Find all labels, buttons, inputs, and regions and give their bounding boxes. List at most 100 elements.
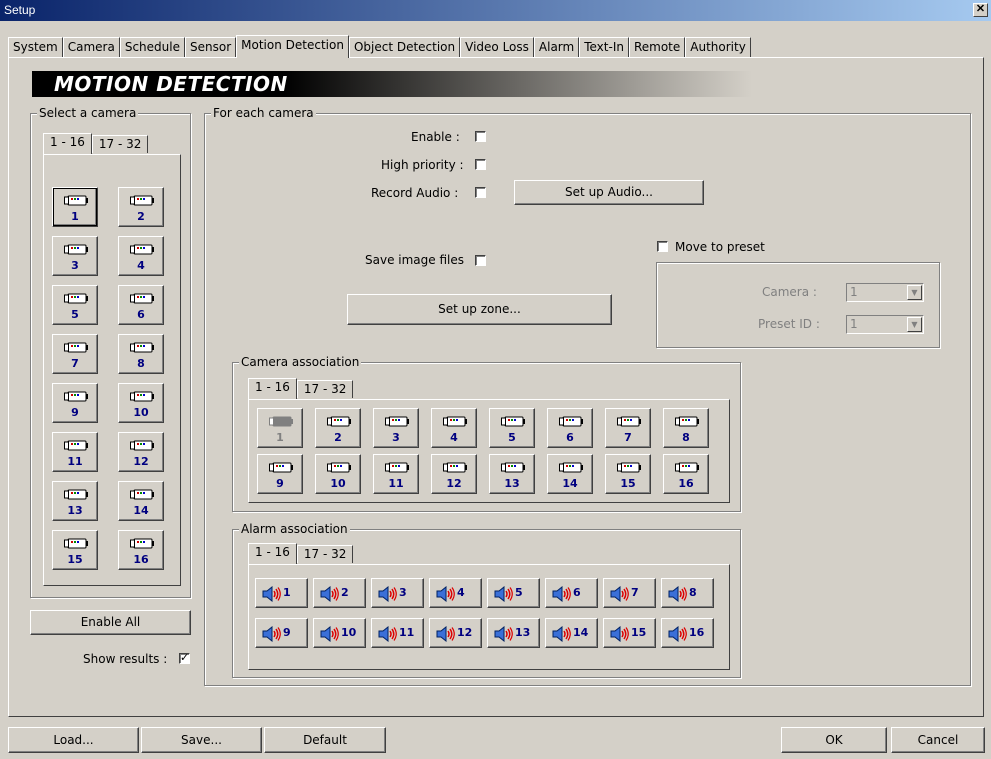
assoc-camera-button-2[interactable]: 2 — [315, 408, 361, 448]
camera-number: 6 — [137, 308, 145, 321]
tab-video-loss[interactable]: Video Loss — [460, 37, 534, 57]
speaker-icon — [378, 585, 398, 603]
alarm-button-3[interactable]: 3 — [371, 578, 424, 608]
tab-motion-detection[interactable]: Motion Detection — [236, 35, 349, 58]
camera-icon — [559, 461, 583, 474]
camera-number: 11 — [67, 455, 83, 468]
section-banner: MOTION DETECTION — [32, 71, 752, 97]
enable-all-button[interactable]: Enable All — [30, 610, 191, 635]
camera-number: 2 — [137, 210, 145, 223]
camera-number: 6 — [566, 431, 574, 444]
select-camera-button-14[interactable]: 14 — [118, 481, 164, 521]
tab-alarm[interactable]: Alarm — [533, 37, 580, 57]
select-camera-button-9[interactable]: 9 — [52, 383, 98, 423]
alarm-number: 10 — [341, 626, 357, 639]
close-icon[interactable]: ✕ — [973, 3, 988, 17]
camera-icon — [443, 461, 467, 474]
alarm-button-6[interactable]: 6 — [545, 578, 598, 608]
tab-schedule[interactable]: Schedule — [119, 37, 185, 57]
alarm-number: 13 — [515, 626, 531, 639]
select-camera-button-8[interactable]: 8 — [118, 334, 164, 374]
alarm-button-12[interactable]: 12 — [429, 618, 482, 648]
alarm-button-16[interactable]: 16 — [661, 618, 714, 648]
assoc-camera-button-13[interactable]: 13 — [489, 454, 535, 494]
assoc-camera-button-3[interactable]: 3 — [373, 408, 419, 448]
assoc-camera-button-7[interactable]: 7 — [605, 408, 651, 448]
camera-number: 13 — [504, 477, 520, 490]
assoc-camera-button-4[interactable]: 4 — [431, 408, 477, 448]
select-camera-button-2[interactable]: 2 — [118, 187, 164, 227]
assoc-camera-button-5[interactable]: 5 — [489, 408, 535, 448]
assoc-camera-button-14[interactable]: 14 — [547, 454, 593, 494]
tab-assoc-cameras-17-32[interactable]: 17 - 32 — [296, 380, 354, 398]
assoc-camera-button-10[interactable]: 10 — [315, 454, 361, 494]
enable-checkbox[interactable] — [475, 131, 486, 142]
tab-camera[interactable]: Camera — [62, 37, 120, 57]
alarm-button-15[interactable]: 15 — [603, 618, 656, 648]
high-priority-checkbox[interactable] — [475, 159, 486, 170]
assoc-camera-button-6[interactable]: 6 — [547, 408, 593, 448]
default-button[interactable]: Default — [264, 727, 386, 753]
tab-assoc-cameras-1-16[interactable]: 1 - 16 — [248, 378, 297, 399]
assoc-camera-button-12[interactable]: 12 — [431, 454, 477, 494]
select-camera-button-13[interactable]: 13 — [52, 481, 98, 521]
select-camera-button-4[interactable]: 4 — [118, 236, 164, 276]
tab-alarms-17-32[interactable]: 17 - 32 — [296, 545, 354, 563]
assoc-camera-button-1[interactable]: 1 — [257, 408, 303, 448]
select-camera-button-11[interactable]: 11 — [52, 432, 98, 472]
alarm-button-14[interactable]: 14 — [545, 618, 598, 648]
show-results-checkbox[interactable] — [179, 651, 190, 664]
select-camera-button-7[interactable]: 7 — [52, 334, 98, 374]
camera-number: 1 — [276, 431, 284, 444]
select-camera-button-15[interactable]: 15 — [52, 530, 98, 570]
select-camera-button-16[interactable]: 16 — [118, 530, 164, 570]
load-button[interactable]: Load... — [8, 727, 139, 753]
tab-system[interactable]: System — [8, 37, 63, 57]
select-camera-button-6[interactable]: 6 — [118, 285, 164, 325]
select-camera-button-5[interactable]: 5 — [52, 285, 98, 325]
alarm-button-2[interactable]: 2 — [313, 578, 366, 608]
record-audio-checkbox[interactable] — [475, 187, 486, 198]
alarm-button-5[interactable]: 5 — [487, 578, 540, 608]
speaker-icon — [494, 585, 514, 603]
camera-icon — [501, 415, 525, 428]
alarm-number: 6 — [573, 586, 581, 599]
alarm-button-10[interactable]: 10 — [313, 618, 366, 648]
select-camera-button-12[interactable]: 12 — [118, 432, 164, 472]
tab-remote[interactable]: Remote — [628, 37, 686, 57]
alarm-button-9[interactable]: 9 — [255, 618, 308, 648]
preset-id-label: Preset ID : — [758, 317, 820, 331]
select-camera-button-10[interactable]: 10 — [118, 383, 164, 423]
tab-cameras-1-16[interactable]: 1 - 16 — [43, 133, 92, 154]
tab-cameras-17-32[interactable]: 17 - 32 — [91, 135, 149, 153]
alarm-button-8[interactable]: 8 — [661, 578, 714, 608]
assoc-camera-button-15[interactable]: 15 — [605, 454, 651, 494]
alarm-button-1[interactable]: 1 — [255, 578, 308, 608]
camera-icon — [130, 488, 154, 501]
tab-alarms-1-16[interactable]: 1 - 16 — [248, 543, 297, 564]
assoc-camera-button-9[interactable]: 9 — [257, 454, 303, 494]
speaker-icon — [320, 625, 340, 643]
save-image-files-checkbox[interactable] — [475, 255, 486, 266]
tab-authority[interactable]: Authority — [685, 37, 751, 57]
setup-audio-button[interactable]: Set up Audio... — [514, 180, 704, 205]
tab-text-in[interactable]: Text-In — [579, 37, 629, 57]
assoc-camera-button-11[interactable]: 11 — [373, 454, 419, 494]
assoc-camera-button-16[interactable]: 16 — [663, 454, 709, 494]
alarm-button-7[interactable]: 7 — [603, 578, 656, 608]
select-camera-button-1[interactable]: 1 — [52, 187, 98, 227]
alarm-button-11[interactable]: 11 — [371, 618, 424, 648]
camera-icon — [675, 461, 699, 474]
ok-button[interactable]: OK — [781, 727, 887, 753]
save-button[interactable]: Save... — [141, 727, 262, 753]
select-camera-button-3[interactable]: 3 — [52, 236, 98, 276]
speaker-icon — [668, 625, 688, 643]
move-to-preset-checkbox[interactable] — [657, 241, 668, 252]
setup-zone-button[interactable]: Set up zone... — [347, 294, 612, 325]
assoc-camera-button-8[interactable]: 8 — [663, 408, 709, 448]
cancel-button[interactable]: Cancel — [891, 727, 985, 753]
tab-sensor[interactable]: Sensor — [185, 37, 237, 57]
alarm-button-4[interactable]: 4 — [429, 578, 482, 608]
alarm-button-13[interactable]: 13 — [487, 618, 540, 648]
tab-object-detection[interactable]: Object Detection — [348, 37, 461, 57]
